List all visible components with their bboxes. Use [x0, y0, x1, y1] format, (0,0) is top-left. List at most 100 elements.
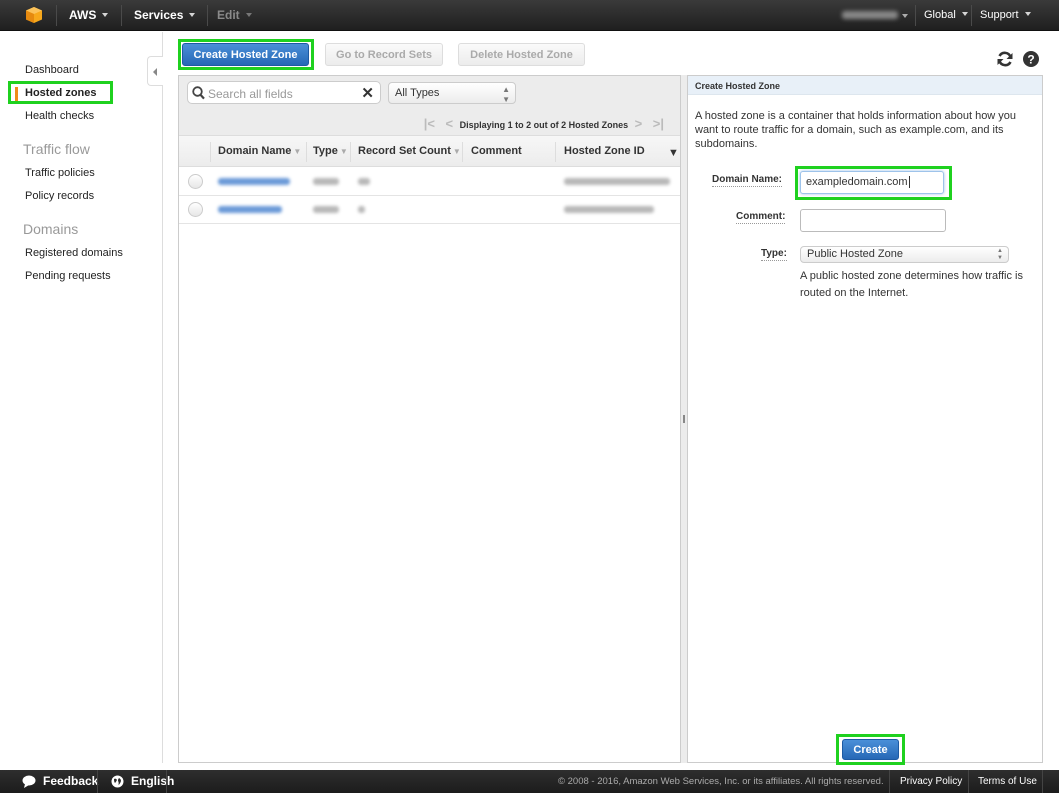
comment-label: Comment:	[736, 211, 786, 224]
aws-menu[interactable]: AWS	[69, 8, 109, 22]
sort-icon: ▼	[293, 147, 302, 156]
search-icon	[192, 86, 205, 100]
support-menu[interactable]: Support	[980, 9, 1031, 21]
column-label: Comment	[471, 145, 522, 157]
collapse-sidebar-button[interactable]	[147, 56, 163, 86]
record-count-redacted	[358, 178, 370, 185]
nav-divider	[915, 5, 916, 26]
privacy-policy-link[interactable]: Privacy Policy	[900, 776, 962, 787]
highlight-box	[8, 81, 113, 104]
table-row[interactable]	[179, 196, 680, 224]
account-name-redacted[interactable]	[842, 11, 898, 19]
feedback-link[interactable]: Feedback	[43, 774, 98, 788]
edit-menu-label: Edit	[217, 8, 240, 22]
go-to-record-sets-button[interactable]: Go to Record Sets	[325, 43, 443, 66]
sidebar-section-domains: Domains	[23, 221, 79, 237]
language-selector[interactable]: English	[131, 774, 174, 788]
copyright-text: © 2008 - 2016, Amazon Web Services, Inc.…	[558, 776, 884, 787]
delete-hosted-zone-button[interactable]: Delete Hosted Zone	[458, 43, 585, 66]
sidebar-item-policy-records[interactable]: Policy records	[25, 190, 94, 202]
chevron-down-icon	[245, 12, 252, 17]
footer-divider	[968, 770, 969, 793]
row-select-radio[interactable]	[188, 174, 203, 189]
region-menu[interactable]: Global	[924, 9, 968, 21]
sidebar-section-traffic-flow: Traffic flow	[23, 141, 90, 157]
select-arrows-icon: ▲ ▼	[997, 248, 1003, 261]
terms-of-use-link[interactable]: Terms of Use	[978, 776, 1037, 787]
row-select-radio[interactable]	[188, 202, 203, 217]
chevron-down-icon	[1024, 12, 1031, 17]
sidebar-item-health-checks[interactable]: Health checks	[25, 110, 94, 122]
chevron-down-icon	[961, 12, 968, 17]
type-label: Type:	[761, 248, 787, 261]
chevron-down-icon	[189, 12, 196, 17]
top-navigation-bar: AWS Services Edit Global Support	[0, 0, 1059, 31]
footer-divider	[166, 770, 167, 793]
search-input[interactable]: Search all fields ✕	[187, 81, 381, 104]
edit-menu[interactable]: Edit	[217, 8, 252, 22]
search-placeholder: Search all fields	[208, 87, 293, 101]
last-page-icon[interactable]: >|	[653, 116, 664, 131]
sidebar-item-traffic-policies[interactable]: Traffic policies	[25, 167, 95, 179]
sidebar-item-dashboard[interactable]: Dashboard	[25, 64, 79, 76]
domain-name-link-redacted[interactable]	[218, 178, 290, 185]
column-hosted-zone-id[interactable]: Hosted Zone ID	[564, 145, 645, 157]
svg-text:?: ?	[1027, 53, 1034, 67]
sort-icon: ▼	[452, 147, 461, 156]
list-filter-bar: Search all fields ✕ All Types ▲ ▼ |< < Di…	[179, 76, 680, 136]
column-label: Hosted Zone ID	[564, 145, 645, 157]
highlight-box	[795, 166, 952, 200]
sidebar-item-pending-requests[interactable]: Pending requests	[25, 270, 111, 282]
sidebar: Dashboard Hosted zones Health checks Tra…	[0, 32, 163, 763]
select-arrows-icon: ▲ ▼	[502, 85, 510, 104]
sort-icon: ▼	[339, 147, 348, 156]
type-filter-select[interactable]: All Types ▲ ▼	[388, 82, 516, 104]
footer: Feedback English © 2008 - 2016, Amazon W…	[0, 770, 1059, 793]
help-icon[interactable]: ?	[1022, 50, 1040, 68]
sidebar-item-registered-domains[interactable]: Registered domains	[25, 247, 123, 259]
column-divider	[350, 142, 351, 162]
zone-id-redacted	[564, 178, 670, 185]
column-divider	[210, 142, 211, 162]
column-divider	[306, 142, 307, 162]
table-row[interactable]	[179, 168, 680, 196]
panel-title: Create Hosted Zone	[688, 76, 1042, 95]
column-type[interactable]: Type ▼	[313, 145, 348, 157]
hosted-zones-list: Search all fields ✕ All Types ▲ ▼ |< < Di…	[178, 75, 681, 763]
domain-name-link-redacted[interactable]	[218, 206, 282, 213]
create-hosted-zone-panel: Create Hosted Zone A hosted zone is a co…	[687, 75, 1043, 765]
comment-field[interactable]	[800, 209, 946, 232]
type-filter-value: All Types	[395, 87, 440, 99]
globe-icon	[111, 775, 124, 788]
chevron-down-icon	[102, 12, 109, 17]
first-page-icon[interactable]: |<	[424, 116, 435, 131]
nav-divider	[121, 5, 122, 26]
column-record-set-count[interactable]: Record Set Count ▼	[358, 145, 461, 157]
services-menu-label: Services	[134, 8, 184, 22]
chevron-down-icon	[902, 14, 908, 18]
column-divider	[555, 142, 556, 162]
footer-divider	[97, 770, 98, 793]
next-page-icon[interactable]: >	[635, 116, 643, 131]
zone-type-select[interactable]: Public Hosted Zone ▲ ▼	[800, 246, 1009, 263]
previous-page-icon[interactable]: <	[446, 116, 454, 131]
clear-search-icon[interactable]: ✕	[361, 84, 374, 102]
footer-divider	[889, 770, 890, 793]
panel-description: A hosted zone is a container that holds …	[695, 110, 1017, 150]
table-header: Domain Name ▼ Type ▼ Record Set Count ▼ Com…	[179, 136, 680, 167]
collapse-left-icon	[153, 68, 157, 76]
aws-cube-icon[interactable]	[25, 6, 43, 24]
highlight-box	[836, 734, 905, 765]
services-menu[interactable]: Services	[134, 8, 196, 22]
column-label: Type	[313, 145, 338, 157]
refresh-icon[interactable]	[996, 50, 1014, 68]
column-menu-icon[interactable]: ▼	[668, 147, 679, 159]
domain-name-label: Domain Name:	[712, 174, 783, 187]
nav-divider	[971, 5, 972, 26]
column-domain-name[interactable]: Domain Name ▼	[218, 145, 301, 157]
column-comment[interactable]: Comment	[471, 145, 522, 157]
zone-type-help: A public hosted zone determines how traf…	[800, 270, 1023, 299]
aws-menu-label: AWS	[69, 8, 97, 22]
type-redacted	[313, 206, 339, 213]
type-redacted	[313, 178, 339, 185]
